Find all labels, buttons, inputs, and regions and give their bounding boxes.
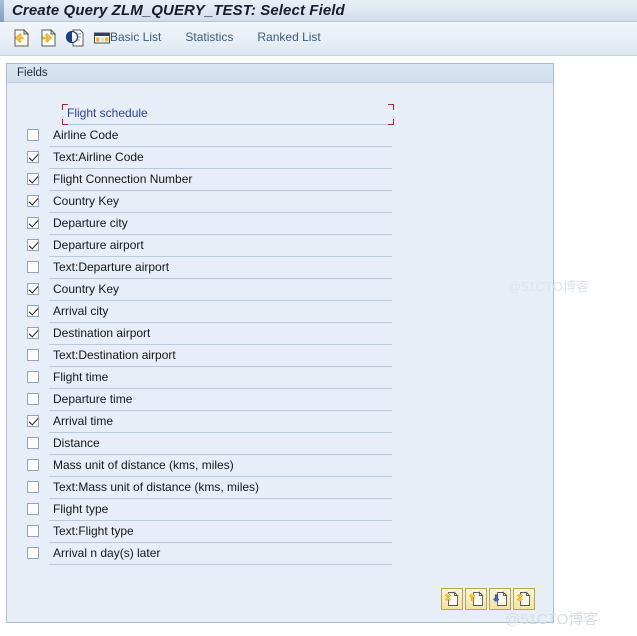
field-row[interactable]: Country Key — [21, 191, 541, 213]
toolbar-icon-group — [10, 27, 113, 49]
field-checkbox[interactable] — [27, 195, 39, 207]
field-underline — [49, 564, 392, 565]
field-checkbox[interactable] — [27, 283, 39, 295]
field-checkbox[interactable] — [27, 415, 39, 427]
field-checkbox[interactable] — [27, 173, 39, 185]
field-checkbox[interactable] — [27, 261, 39, 273]
field-row[interactable]: Text:Destination airport — [21, 345, 541, 367]
field-label: Flight time — [53, 370, 109, 384]
field-row[interactable]: Arrival n day(s) later — [21, 543, 541, 565]
field-row[interactable]: Departure city — [21, 213, 541, 235]
field-checkbox[interactable] — [27, 481, 39, 493]
field-label: Airline Code — [53, 128, 119, 142]
field-label: Flight type — [53, 502, 109, 516]
field-label: Country Key — [53, 194, 120, 208]
field-checkbox[interactable] — [27, 217, 39, 229]
next-page-button[interactable] — [489, 588, 511, 610]
application-toolbar: Basic List Statistics Ranked List — [0, 22, 637, 56]
field-row[interactable]: Arrival time — [21, 411, 541, 433]
window-title-bar: Create Query ZLM_QUERY_TEST: Select Fiel… — [0, 0, 637, 22]
field-checkbox[interactable] — [27, 503, 39, 515]
field-group-label: Flight schedule — [67, 106, 148, 120]
document-contrast-icon[interactable] — [64, 27, 86, 49]
field-label: Text:Airline Code — [53, 150, 144, 164]
field-checkbox[interactable] — [27, 151, 39, 163]
last-page-button[interactable] — [513, 588, 535, 610]
field-row[interactable]: Distance — [21, 433, 541, 455]
field-label: Flight Connection Number — [53, 172, 193, 186]
tab-statistics[interactable]: Statistics — [185, 30, 233, 44]
field-row[interactable]: Flight Connection Number — [21, 169, 541, 191]
title-accent-bar — [0, 0, 4, 22]
pagination-button-group — [441, 588, 535, 610]
field-checkbox[interactable] — [27, 349, 39, 361]
field-label: Arrival time — [53, 414, 114, 428]
field-checkbox[interactable] — [27, 129, 39, 141]
field-label: Text:Departure airport — [53, 260, 170, 274]
field-label: Departure airport — [53, 238, 144, 252]
field-label: Arrival city — [53, 304, 109, 318]
field-row[interactable]: Text:Flight type — [21, 521, 541, 543]
field-list: Flight schedule Airline Code Text:Airline… — [21, 103, 541, 565]
field-checkbox[interactable] — [27, 437, 39, 449]
field-label: Departure time — [53, 392, 133, 406]
field-row[interactable]: Airline Code — [21, 125, 541, 147]
field-row[interactable]: Flight type — [21, 499, 541, 521]
field-checkbox[interactable] — [27, 547, 39, 559]
field-row[interactable]: Mass unit of distance (kms, miles) — [21, 455, 541, 477]
field-label: Arrival n day(s) later — [53, 546, 161, 560]
field-checkbox[interactable] — [27, 525, 39, 537]
field-row[interactable]: Departure time — [21, 389, 541, 411]
field-label: Text:Mass unit of distance (kms, miles) — [53, 480, 260, 494]
field-row[interactable]: Text:Mass unit of distance (kms, miles) — [21, 477, 541, 499]
field-row[interactable]: Destination airport — [21, 323, 541, 345]
field-label: Country Key — [53, 282, 120, 296]
field-group-header[interactable]: Flight schedule — [21, 103, 541, 125]
field-checkbox[interactable] — [27, 239, 39, 251]
field-label: Distance — [53, 436, 100, 450]
tab-basic-list[interactable]: Basic List — [110, 30, 161, 44]
field-checkbox[interactable] — [27, 327, 39, 339]
toolbar-link-group: Basic List Statistics Ranked List — [110, 30, 321, 44]
field-row[interactable]: Text:Departure airport — [21, 257, 541, 279]
field-row[interactable]: Country Key — [21, 279, 541, 301]
field-checkbox[interactable] — [27, 371, 39, 383]
tab-ranked-list[interactable]: Ranked List — [257, 30, 320, 44]
field-label: Mass unit of distance (kms, miles) — [53, 458, 234, 472]
field-label: Text:Destination airport — [53, 348, 176, 362]
first-page-button[interactable] — [441, 588, 463, 610]
field-rows-container: Airline Code Text:Airline Code Flight Conn… — [21, 125, 541, 565]
sap-query-select-field-window: Create Query ZLM_QUERY_TEST: Select Fiel… — [0, 0, 637, 636]
fields-panel: Flight schedule Airline Code Text:Airline… — [6, 63, 554, 623]
field-label: Departure city — [53, 216, 128, 230]
field-checkbox[interactable] — [27, 459, 39, 471]
page-title: Create Query ZLM_QUERY_TEST: Select Fiel… — [12, 2, 345, 19]
field-row[interactable]: Text:Airline Code — [21, 147, 541, 169]
field-label: Text:Flight type — [53, 524, 134, 538]
next-page-icon[interactable] — [37, 27, 59, 49]
field-label: Destination airport — [53, 326, 151, 340]
field-row[interactable]: Departure airport — [21, 235, 541, 257]
field-row[interactable]: Flight time — [21, 367, 541, 389]
previous-page-button[interactable] — [465, 588, 487, 610]
field-row[interactable]: Arrival city — [21, 301, 541, 323]
fields-panel-tab-label: Fields — [17, 67, 48, 79]
fields-panel-tab[interactable]: Fields — [6, 63, 554, 83]
field-checkbox[interactable] — [27, 305, 39, 317]
previous-page-icon[interactable] — [10, 27, 32, 49]
field-checkbox[interactable] — [27, 393, 39, 405]
